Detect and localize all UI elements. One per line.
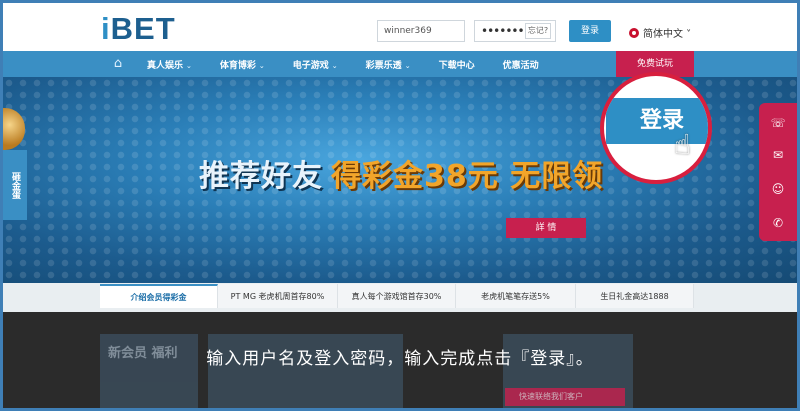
tab-live[interactable]: 真人每个游戏馆首存30% — [338, 284, 456, 308]
headset-icon[interactable]: ☏ — [770, 115, 786, 131]
language-label: 简体中文 ˅ — [643, 29, 692, 40]
language-selector[interactable]: 简体中文 ˅ — [629, 25, 691, 40]
contact-sidebar: ☏ ✉ ☺ ✆ — [759, 103, 797, 241]
golden-egg-tab[interactable]: 砸金蛋 — [3, 150, 27, 220]
nav-item-lottery[interactable]: 彩票乐透 ⌄ — [352, 58, 425, 71]
instruction-caption: 输入用户名及登入密码，输入完成点击『登录』。 — [206, 349, 594, 369]
login-callout: 登录 — [600, 72, 712, 184]
nav-item-promotions[interactable]: 优惠活动 — [489, 58, 553, 71]
tab-slots[interactable]: 老虎机笔笔存送5% — [456, 284, 576, 308]
promo-tabs: 介绍会员得彩金 PT MG 老虎机周首存80% 真人每个游戏馆首存30% 老虎机… — [100, 284, 694, 308]
qq-icon[interactable]: ☺ — [770, 181, 786, 197]
nav-item-slots[interactable]: 电子游戏 ⌄ — [279, 58, 352, 71]
nav-item-live-casino[interactable]: 真人娱乐 ⌄ — [133, 58, 206, 71]
forgot-password-button[interactable]: 忘记? — [525, 23, 551, 39]
tab-pt-mg[interactable]: PT MG 老虎机周首存80% — [218, 284, 338, 308]
contact-pill[interactable]: 快速联络我们客户 — [505, 388, 625, 406]
china-flag-icon — [629, 27, 639, 38]
banner-detail-button[interactable]: 詳 情 — [506, 218, 586, 238]
logo[interactable]: iBET — [101, 11, 176, 47]
phone-icon[interactable]: ✆ — [770, 215, 786, 231]
login-button[interactable]: 登录 — [569, 20, 611, 42]
tab-referral[interactable]: 介绍会员得彩金 — [100, 284, 218, 308]
tab-birthday[interactable]: 生日礼金高达1888 — [576, 284, 694, 308]
username-input[interactable]: winner369 — [377, 20, 465, 42]
nav-item-download[interactable]: 下载中心 — [425, 58, 489, 71]
wechat-icon[interactable]: ✉ — [770, 147, 786, 163]
pointer-hand-icon: ☝ — [674, 128, 692, 161]
home-icon[interactable]: ⌂ — [103, 51, 133, 77]
banner-title: 推荐好友 得彩金38元 无限领 — [199, 159, 604, 194]
callout-login-label: 登录 — [606, 98, 708, 144]
nav-item-sports[interactable]: 体育博彩 ⌄ — [206, 58, 279, 71]
